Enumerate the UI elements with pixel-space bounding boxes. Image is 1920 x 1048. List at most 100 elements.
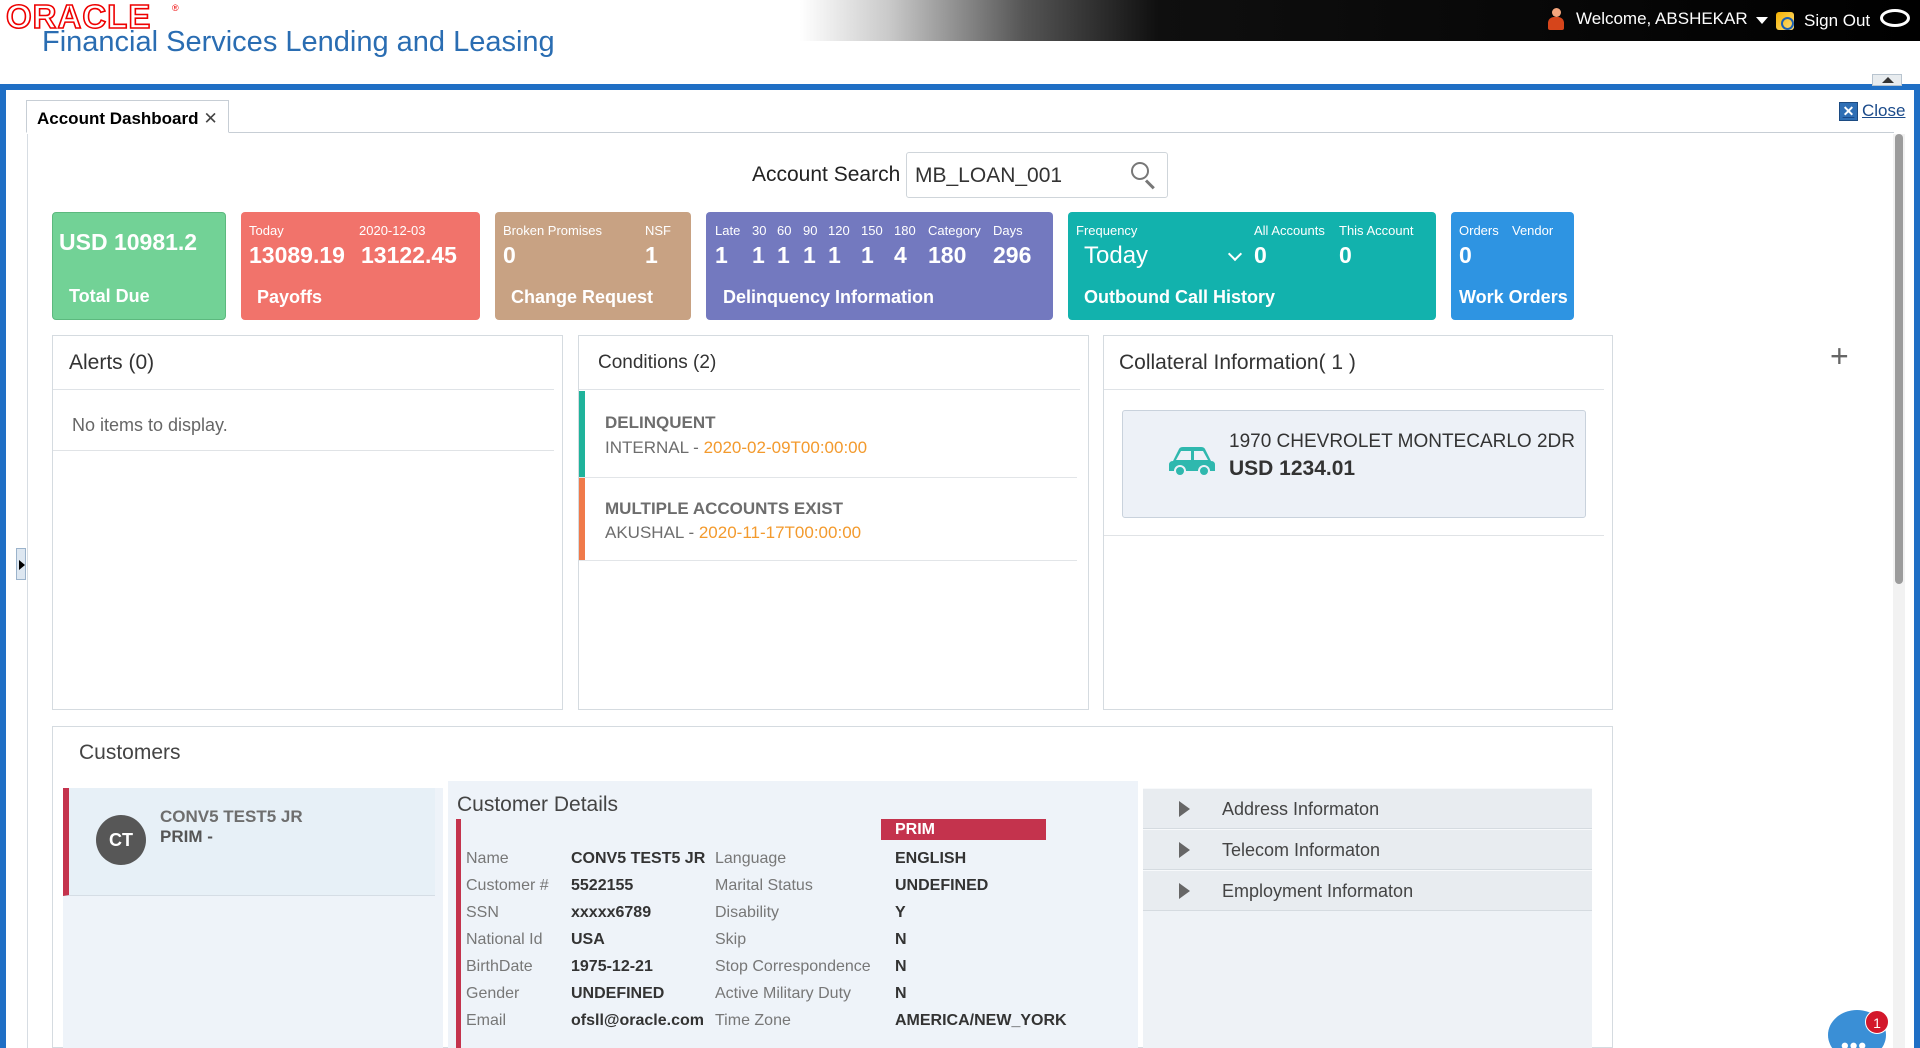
primary-badge: PRIM (881, 819, 1046, 840)
broken-promises-value: 0 (503, 242, 516, 268)
nsf-value: 1 (645, 242, 658, 268)
delinq-value-150: 1 (861, 242, 874, 268)
payoffs-tile[interactable]: Today 2020-12-03 13089.19 13122.45 Payof… (241, 212, 480, 320)
collateral-value: USD 1234.01 (1229, 457, 1356, 480)
account-search-box (906, 152, 1168, 198)
collateral-card[interactable]: 1970 CHEVROLET MONTECARLO 2DR USD 1234.0… (1122, 410, 1586, 518)
this-account-label: This Account (1339, 223, 1414, 238)
total-due-label: Total Due (69, 286, 150, 306)
condition-item[interactable]: DELINQUENT INTERNAL - 2020-02-09T00:00:0… (579, 391, 1077, 478)
change-request-label: Change Request (511, 287, 654, 307)
section-label: Address Informaton (1222, 799, 1380, 819)
total-due-amount: USD 10981.2 (59, 229, 198, 255)
customers-title: Customers (79, 741, 181, 764)
detail-value: USA (571, 931, 605, 948)
search-icon[interactable] (1131, 162, 1157, 190)
detail-value: xxxxx6789 (571, 904, 652, 921)
payoffs-label: Payoffs (257, 287, 323, 307)
delinq-header-150: 150 (861, 223, 883, 238)
account-search-label: Account Search (752, 163, 901, 186)
user-menu[interactable]: Welcome, ABSHEKAR (1548, 8, 1768, 30)
total-due-tile[interactable]: USD 10981.2 Total Due (52, 212, 226, 320)
collateral-panel: Collateral Information( 1 ) 1970 CHEVROL… (1103, 335, 1613, 710)
detail-label: Active Military Duty (715, 985, 852, 1002)
detail-label: Email (466, 1012, 507, 1029)
customer-list: CT CONV5 TEST5 JR PRIM - (63, 788, 443, 1048)
payoff-date-value: 13122.45 (361, 242, 457, 268)
delinq-value-90: 1 (803, 242, 816, 268)
customer-card[interactable]: CT CONV5 TEST5 JR PRIM - (63, 788, 435, 896)
scrollbar-thumb[interactable] (1895, 134, 1903, 584)
chat-bubble-icon (1880, 9, 1910, 27)
close-button[interactable]: ✕ Close (1839, 101, 1905, 121)
condition-color-bar (579, 391, 585, 477)
detail-value: UNDEFINED (895, 877, 989, 894)
close-label: Close (1862, 101, 1906, 120)
customer-details-accent (456, 819, 461, 1048)
app-header: ORACLE ® Financial Services Lending and … (0, 0, 1920, 84)
collateral-title: Collateral Information( 1 ) (1119, 351, 1356, 374)
detail-value: ofsll@oracle.com (571, 1012, 704, 1029)
outbound-call-tile[interactable]: Frequency All Accounts This Account Toda… (1068, 212, 1436, 320)
detail-label: Skip (715, 931, 747, 948)
delinq-header-180: 180 (894, 223, 916, 238)
detail-label: Marital Status (715, 877, 813, 894)
detail-label: BirthDate (466, 958, 533, 975)
broken-promises-label: Broken Promises (503, 223, 602, 238)
expand-triangle-icon (1179, 801, 1190, 817)
delinq-value-days: 296 (993, 242, 1032, 268)
payoff-today-value: 13089.19 (249, 242, 345, 268)
employment-information-section[interactable]: Employment Informaton (1143, 870, 1592, 911)
account-search-input[interactable] (915, 161, 1115, 191)
sign-out-label: Sign Out (1804, 11, 1871, 30)
vendor-label: Vendor (1512, 223, 1554, 238)
collateral-header: Collateral Information( 1 ) (1104, 336, 1604, 390)
oracle-logo-registered: ® (172, 3, 179, 13)
tab-account-dashboard[interactable]: Account Dashboard ✕ (26, 100, 229, 133)
detail-value: UNDEFINED (571, 985, 665, 1002)
welcome-text: Welcome, ABSHEKAR (1576, 9, 1748, 28)
delinq-header-30: 30 (752, 223, 767, 238)
telecom-information-section[interactable]: Telecom Informaton (1143, 829, 1592, 870)
expand-triangle-icon (1179, 842, 1190, 858)
detail-label: Gender (466, 985, 520, 1002)
frequency-select[interactable]: Today (1084, 242, 1244, 272)
detail-value: N (895, 958, 907, 975)
section-label: Employment Informaton (1222, 881, 1414, 901)
chat-dots-icon: ••• (1841, 1033, 1868, 1048)
delinq-header-category: Category (928, 223, 981, 238)
detail-value: N (895, 931, 907, 948)
delinq-value-30: 1 (752, 242, 765, 268)
orders-label: Orders (1459, 223, 1499, 238)
detail-label: SSN (466, 904, 499, 921)
delinquency-label: Delinquency Information (723, 287, 935, 307)
delinq-header-120: 120 (828, 223, 850, 238)
expand-sidebar-button[interactable] (16, 548, 26, 580)
vertical-scrollbar[interactable] (1893, 134, 1905, 1048)
condition-name: MULTIPLE ACCOUNTS EXIST (605, 499, 843, 518)
condition-color-bar (579, 478, 585, 560)
work-orders-tile[interactable]: Orders Vendor 0 Work Orders (1451, 212, 1574, 320)
condition-item[interactable]: MULTIPLE ACCOUNTS EXIST AKUSHAL - 2020-1… (579, 478, 1077, 561)
collapse-header-button[interactable] (1872, 74, 1902, 86)
frequency-value: Today (1084, 242, 1149, 269)
detail-label: Language (715, 850, 787, 867)
change-request-tile[interactable]: Broken Promises NSF 0 1 Change Request (495, 212, 691, 320)
detail-label: Disability (715, 904, 780, 921)
address-information-section[interactable]: Address Informaton (1143, 788, 1592, 829)
close-tab-icon[interactable]: ✕ (204, 109, 218, 128)
delinquency-tile[interactable]: Late 30 60 90 120 150 180 Category Days … (706, 212, 1053, 320)
delinq-header-days: Days (993, 223, 1023, 238)
customer-info-sections: Address Informaton Telecom Informaton Em… (1143, 788, 1592, 1048)
expand-triangle-icon (1179, 883, 1190, 899)
customer-role: PRIM - (160, 827, 213, 846)
detail-label: Stop Correspondence (715, 958, 871, 975)
chat-notification-badge: 1 (1865, 1010, 1889, 1034)
chat-toggle-button[interactable] (1880, 9, 1910, 27)
tab-bar: Account Dashboard ✕ (26, 100, 1894, 133)
sign-out-link[interactable]: Sign Out (1776, 11, 1870, 31)
customer-details: Customer Details PRIM Name CONV5 TEST5 J… (448, 781, 1138, 1048)
delinq-value-60: 1 (777, 242, 790, 268)
detail-label: National Id (466, 931, 543, 948)
add-widget-button[interactable]: + (1830, 340, 1849, 372)
